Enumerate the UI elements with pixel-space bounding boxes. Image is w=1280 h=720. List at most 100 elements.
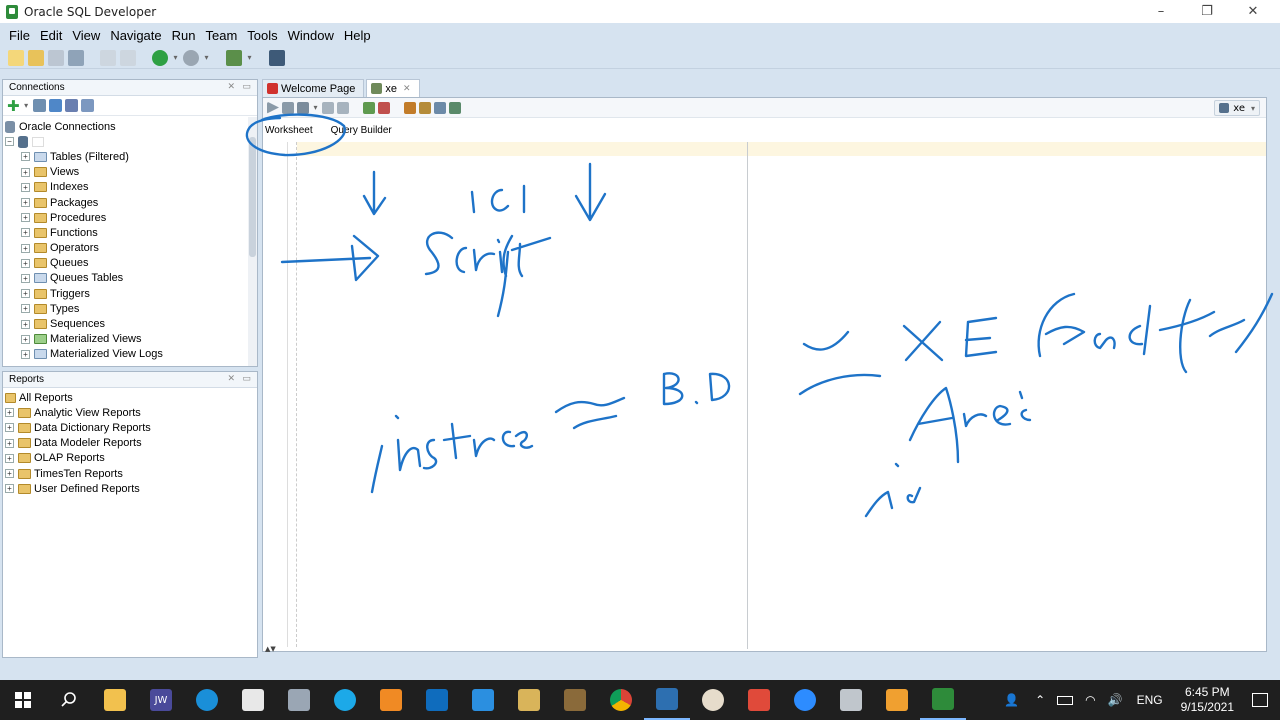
save-all-icon[interactable]	[68, 49, 84, 66]
report-item[interactable]: + User Defined Reports	[3, 481, 257, 496]
open-icon[interactable]	[28, 49, 44, 66]
report-item[interactable]: + Analytic View Reports	[3, 405, 257, 420]
battery-icon[interactable]	[1057, 695, 1074, 705]
autotrace-icon[interactable]	[297, 101, 309, 114]
add-dropdown-icon[interactable]: ▾	[23, 101, 30, 110]
menu-view[interactable]: View	[67, 28, 105, 43]
save-icon[interactable]	[48, 49, 64, 66]
taskbar-app-orange[interactable]	[368, 680, 414, 720]
menu-window[interactable]: Window	[283, 28, 339, 43]
tree-item-tables[interactable]: + Tables (Filtered)	[3, 149, 257, 164]
tree-connection-xe[interactable]: −	[3, 134, 257, 149]
minimize-button[interactable]: –	[1138, 0, 1184, 23]
tree-item-functions[interactable]: + Functions	[3, 225, 257, 240]
report-item[interactable]: + Data Dictionary Reports	[3, 420, 257, 435]
taskbar-chrome[interactable]	[598, 680, 644, 720]
panel-minimize-icon[interactable]: ▭	[242, 373, 251, 384]
menu-file[interactable]: File	[4, 28, 35, 43]
menu-edit[interactable]: Edit	[35, 28, 67, 43]
taskbar-outlook[interactable]	[414, 680, 460, 720]
expand-node-icon[interactable]: +	[5, 438, 14, 448]
expand-node-icon[interactable]: +	[21, 349, 30, 359]
taskbar-app-player[interactable]	[874, 680, 920, 720]
explain-plan-icon[interactable]	[363, 101, 375, 114]
expand-node-icon[interactable]: +	[21, 334, 30, 344]
expand-node-icon[interactable]: +	[21, 289, 30, 299]
taskbar-tools[interactable]	[552, 680, 598, 720]
tree-item-types[interactable]: + Types	[3, 301, 257, 316]
expand-node-icon[interactable]: +	[5, 484, 14, 494]
refresh-icon[interactable]	[32, 99, 46, 112]
taskbar-file-explorer[interactable]	[92, 680, 138, 720]
connections-scrollbar[interactable]	[248, 117, 257, 366]
tree-root[interactable]: Oracle Connections	[3, 119, 257, 134]
taskbar-store[interactable]	[230, 680, 276, 720]
format-icon[interactable]	[449, 101, 461, 114]
clear-icon[interactable]	[419, 101, 431, 114]
expand-node-icon[interactable]: +	[21, 213, 30, 223]
expand-node-icon[interactable]: +	[21, 258, 30, 268]
history-icon[interactable]	[434, 101, 446, 114]
cancel-icon[interactable]	[378, 101, 390, 114]
connection-selector[interactable]: xe ▾	[1214, 100, 1260, 116]
menu-run[interactable]: Run	[167, 28, 201, 43]
sql-worksheet-editor[interactable]: ▾ xe ▾ Worksheet Query Builder ▲▼	[262, 97, 1267, 653]
run-statement-icon[interactable]	[267, 101, 279, 114]
panel-minimize-icon[interactable]: ▭	[242, 81, 251, 92]
split-arrows-icon[interactable]: ▲▼	[265, 645, 276, 653]
tree-item-packages[interactable]: + Packages	[3, 195, 257, 210]
sql-worksheet-icon[interactable]	[226, 49, 242, 66]
undo-icon[interactable]	[100, 49, 116, 66]
panel-close-icon[interactable]: ✕	[227, 373, 235, 384]
report-item[interactable]: + Data Modeler Reports	[3, 436, 257, 451]
forward-icon[interactable]	[183, 49, 199, 66]
tree-item-triggers[interactable]: + Triggers	[3, 286, 257, 301]
tab-welcome-page[interactable]: Welcome Page	[262, 79, 365, 97]
expand-node-icon[interactable]: +	[21, 319, 30, 329]
volume-icon[interactable]: 🔊	[1108, 693, 1123, 707]
taskbar-camera[interactable]	[276, 680, 322, 720]
expand-node-icon[interactable]: +	[21, 198, 30, 208]
taskbar-archive[interactable]	[506, 680, 552, 720]
worksheet-dropdown-icon[interactable]: ▾	[246, 53, 253, 62]
tree-item-queues-tables[interactable]: + Queues Tables	[3, 271, 257, 286]
sql-tuning-icon[interactable]	[404, 101, 416, 114]
find-db-object-icon[interactable]	[269, 49, 285, 66]
expand-node-icon[interactable]: +	[21, 273, 30, 283]
menu-tools[interactable]: Tools	[242, 28, 282, 43]
restore-button[interactable]: ❐	[1184, 0, 1230, 23]
add-connection-icon[interactable]: ✚	[7, 98, 20, 113]
editor-split-divider[interactable]	[747, 142, 748, 649]
expand-node-icon[interactable]: +	[5, 408, 14, 418]
tab-worksheet[interactable]: Worksheet	[263, 125, 321, 140]
expand-node-icon[interactable]: +	[21, 228, 30, 238]
run-script-icon[interactable]	[282, 101, 294, 114]
menu-help[interactable]: Help	[339, 28, 376, 43]
wifi-icon[interactable]: ◠	[1085, 693, 1095, 707]
chevron-up-icon[interactable]: ⌃	[1035, 693, 1045, 707]
menu-team[interactable]: Team	[200, 28, 242, 43]
collapse-node-icon[interactable]: −	[5, 137, 14, 147]
menu-navigate[interactable]: Navigate	[105, 28, 166, 43]
taskbar-app-gear[interactable]	[828, 680, 874, 720]
commit-icon[interactable]	[322, 101, 334, 114]
collapse-icon[interactable]	[80, 99, 94, 112]
tab-xe[interactable]: xe ✕	[366, 79, 420, 97]
close-tab-icon[interactable]: ✕	[403, 83, 411, 94]
start-button[interactable]	[0, 680, 46, 720]
close-button[interactable]: ✕	[1230, 0, 1276, 23]
expand-node-icon[interactable]: +	[21, 243, 30, 253]
tree-item-materialized-view-logs[interactable]: + Materialized View Logs	[3, 347, 257, 362]
taskbar-skype[interactable]	[322, 680, 368, 720]
tree-item-materialized-views[interactable]: + Materialized Views	[3, 332, 257, 347]
tree-item-indexes[interactable]: + Indexes	[3, 180, 257, 195]
expand-node-icon[interactable]: +	[5, 469, 14, 479]
taskbar-sql-developer[interactable]	[920, 680, 966, 720]
expand-node-icon[interactable]: +	[21, 167, 30, 177]
clock[interactable]: 6:45 PM 9/15/2021	[1181, 685, 1234, 715]
run-dropdown-icon[interactable]: ▾	[312, 103, 319, 112]
tree-item-procedures[interactable]: + Procedures	[3, 210, 257, 225]
forward-dropdown-icon[interactable]: ▾	[203, 53, 210, 62]
tree-item-sequences[interactable]: + Sequences	[3, 316, 257, 331]
panel-close-icon[interactable]: ✕	[227, 81, 235, 92]
